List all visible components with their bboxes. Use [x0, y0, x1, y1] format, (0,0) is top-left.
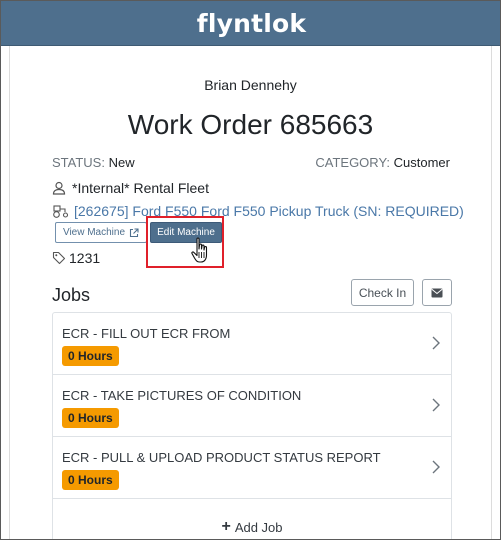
- plus-icon: +: [221, 518, 231, 535]
- page-title: Work Order 685663: [127, 109, 374, 140]
- customer-name: Brian Dennehy: [204, 77, 297, 93]
- envelope-icon: [431, 288, 443, 297]
- tag-icon: [52, 251, 66, 265]
- jobs-list: ECR - FILL OUT ECR FROM 0 Hours ECR - TA…: [52, 312, 452, 539]
- hand-pointer-icon: [191, 237, 208, 263]
- status-field: STATUS: New: [52, 155, 135, 170]
- view-machine-button[interactable]: View Machine: [55, 222, 147, 243]
- job-name: ECR - FILL OUT ECR FROM: [62, 326, 231, 341]
- chevron-right-icon: [432, 460, 440, 474]
- job-item[interactable]: ECR - FILL OUT ECR FROM 0 Hours: [53, 313, 451, 375]
- job-name: ECR - PULL & UPLOAD PRODUCT STATUS REPOR…: [62, 450, 381, 465]
- app-frame: flyntlok Brian Dennehy Work Order 685663…: [0, 0, 501, 540]
- edit-machine-button[interactable]: Edit Machine: [150, 222, 222, 243]
- owner-name: *Internal* Rental Fleet: [72, 180, 209, 196]
- email-button[interactable]: [422, 279, 452, 306]
- add-job-button[interactable]: + Add Job: [53, 512, 451, 539]
- flyntlok-logo[interactable]: flyntlok: [1, 9, 500, 38]
- job-item[interactable]: ECR - PULL & UPLOAD PRODUCT STATUS REPOR…: [53, 437, 451, 499]
- hours-badge: 0 Hours: [62, 470, 119, 490]
- status-value: New: [108, 155, 135, 170]
- tractor-icon: [53, 205, 69, 218]
- chevron-right-icon: [432, 398, 440, 412]
- check-in-button[interactable]: Check In: [351, 279, 414, 306]
- chevron-right-icon: [432, 336, 440, 350]
- job-item[interactable]: ECR - TAKE PICTURES OF CONDITION 0 Hours: [53, 375, 451, 437]
- machine-link[interactable]: [262675] Ford F550 Ford F550 Pickup Truc…: [74, 203, 464, 219]
- status-label: STATUS:: [52, 155, 105, 170]
- add-job-label: Add Job: [234, 519, 283, 535]
- tag-row: 1231: [52, 250, 100, 266]
- hours-badge: 0 Hours: [62, 346, 119, 366]
- category-label: CATEGORY:: [315, 155, 391, 170]
- tag-value: 1231: [69, 250, 101, 266]
- owner-row: *Internal* Rental Fleet: [52, 180, 209, 196]
- job-name: ECR - TAKE PICTURES OF CONDITION: [62, 388, 302, 403]
- view-machine-label: View Machine: [62, 227, 126, 238]
- category-value: Customer: [393, 155, 450, 170]
- machine-row: [262675] Ford F550 Ford F550 Pickup Truc…: [52, 203, 464, 219]
- external-link-icon: [129, 227, 139, 237]
- top-bar: flyntlok: [1, 1, 500, 46]
- user-icon: [52, 181, 66, 195]
- jobs-heading: Jobs: [52, 285, 91, 305]
- hours-badge: 0 Hours: [62, 408, 119, 428]
- category-field: CATEGORY: Customer: [315, 155, 450, 170]
